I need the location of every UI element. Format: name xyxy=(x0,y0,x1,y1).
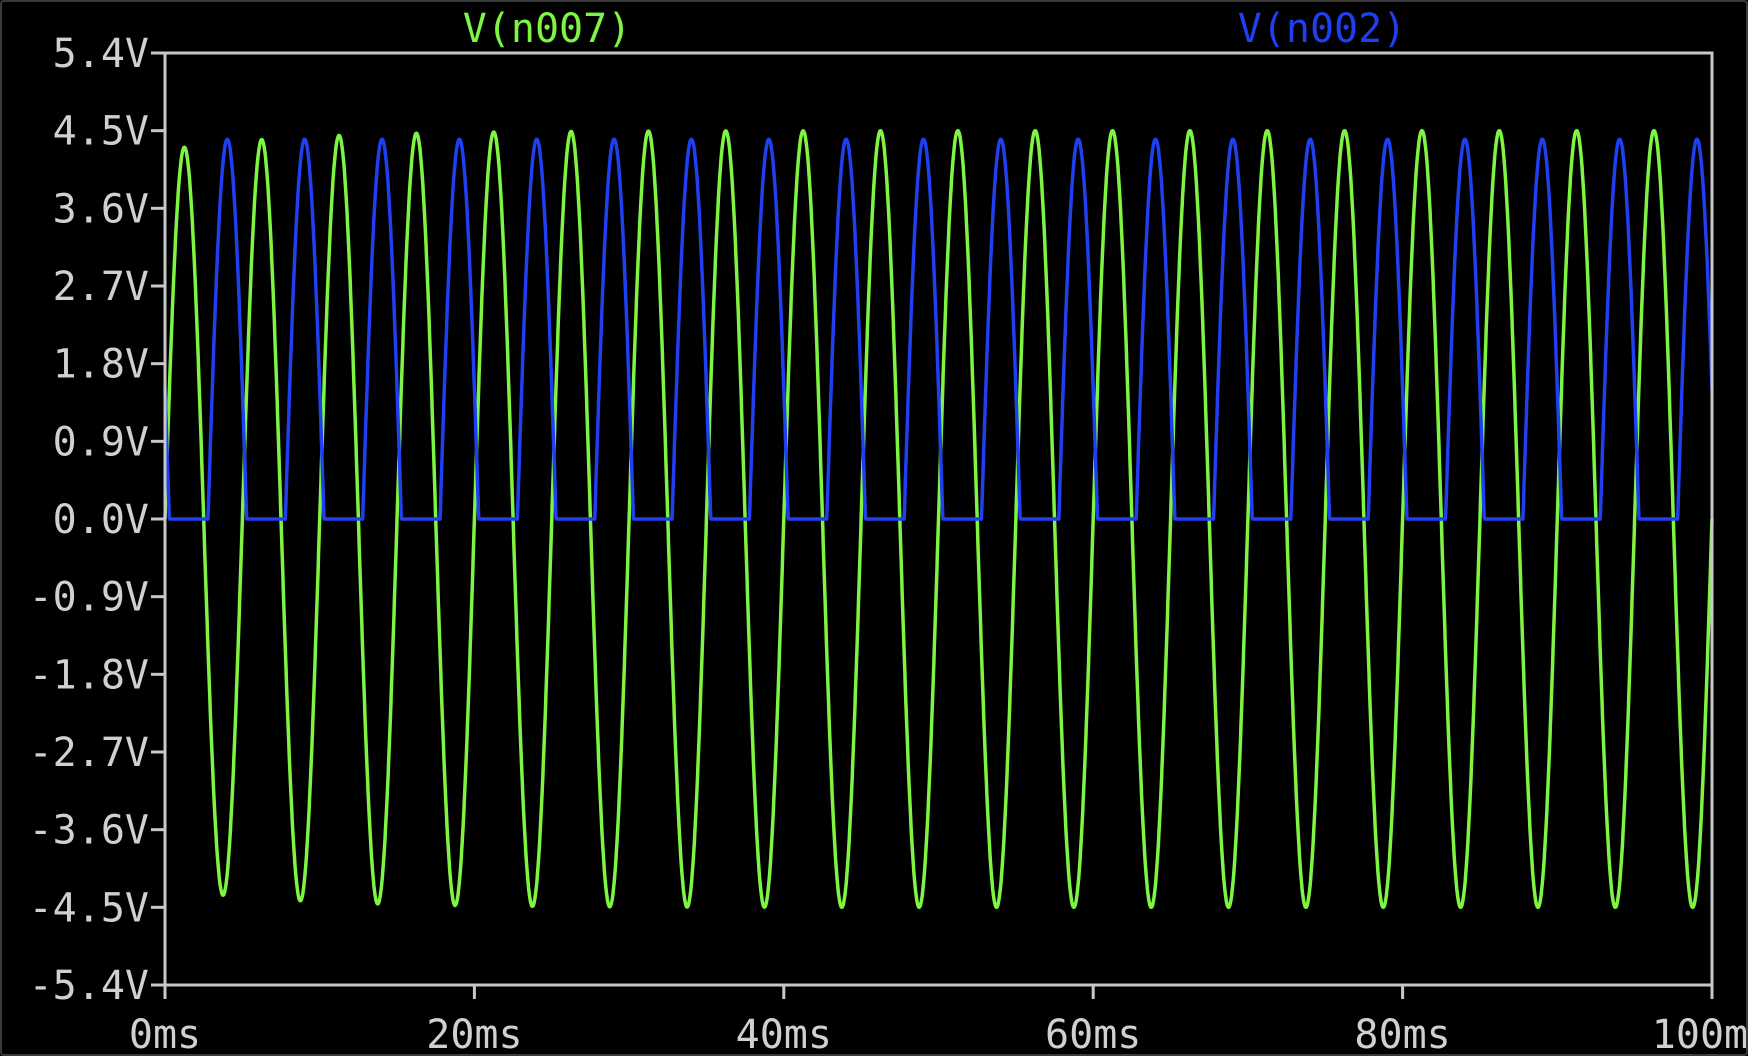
y-tick-label: 1.8V xyxy=(53,342,149,388)
x-tick-label: 20ms xyxy=(426,1012,522,1054)
y-tick-label: 2.7V xyxy=(53,264,149,310)
x-tick-label: 40ms xyxy=(736,1012,832,1054)
y-tick-label: 5.4V xyxy=(53,31,149,77)
legend-label-1[interactable]: V(n002) xyxy=(1238,6,1407,52)
y-axis: 5.4V 4.5V 3.6V 2.7V 1.8V 0.9V 0.0V -0.9V -1.8V -2… xyxy=(29,31,165,1009)
trace-vn002 xyxy=(163,137,1714,521)
y-tick-label: 0.0V xyxy=(53,497,149,543)
x-tick-label: 0ms xyxy=(129,1012,201,1054)
trace-vn007 xyxy=(163,128,1714,910)
chart-window: 5.4V 4.5V 3.6V 2.7V 1.8V 0.9V 0.0V -0.9V -1.8V -2… xyxy=(0,0,1748,1056)
x-tick-label: 80ms xyxy=(1354,1012,1450,1054)
x-axis: 0ms 20ms 40ms 60ms 80ms 100ms xyxy=(129,985,1746,1054)
y-tick-label: 0.9V xyxy=(53,419,149,465)
y-tick-label: -3.6V xyxy=(29,808,149,854)
y-tick-label: 4.5V xyxy=(53,109,149,155)
y-tick-label: -5.4V xyxy=(29,963,149,1009)
y-tick-label: -0.9V xyxy=(29,575,149,621)
traces-layer xyxy=(163,128,1714,910)
y-tick-label: -2.7V xyxy=(29,730,149,776)
x-tick-label: 60ms xyxy=(1045,1012,1141,1054)
y-tick-label: -1.8V xyxy=(29,652,149,698)
waveform-plot: 5.4V 4.5V 3.6V 2.7V 1.8V 0.9V 0.0V -0.9V -1.8V -2… xyxy=(29,6,1746,1054)
x-tick-label: 100ms xyxy=(1652,1012,1746,1054)
y-tick-label: -4.5V xyxy=(29,885,149,931)
legend-label-0[interactable]: V(n007) xyxy=(463,6,632,52)
y-tick-label: 3.6V xyxy=(53,186,149,232)
legend: V(n007) V(n002) xyxy=(463,6,1407,52)
